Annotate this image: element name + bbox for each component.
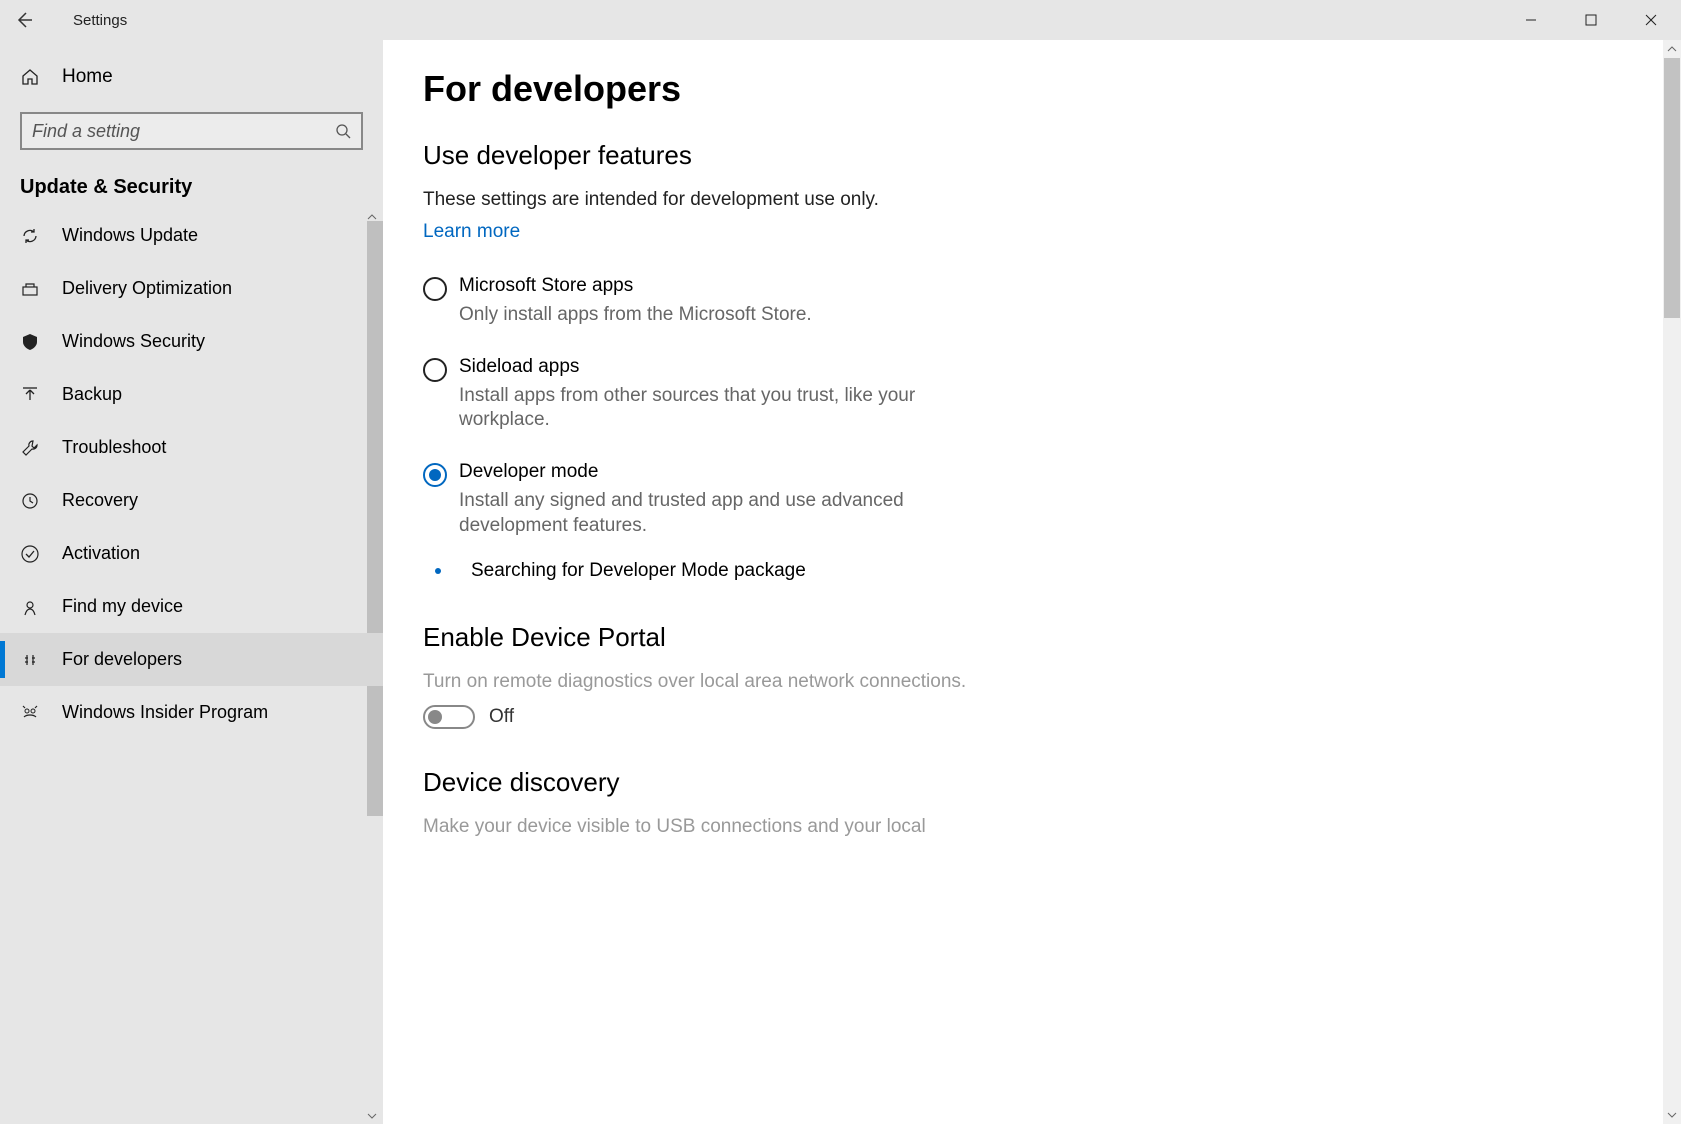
sync-icon	[20, 226, 40, 246]
dev-features-desc: These settings are intended for developm…	[423, 189, 1303, 211]
chevron-down-icon	[367, 1113, 377, 1119]
home-button[interactable]: Home	[0, 52, 383, 102]
radio-indicator	[423, 463, 447, 487]
sidebar-item-windows-security[interactable]: Windows Security	[0, 315, 383, 368]
content-pane: For developers Use developer features Th…	[383, 40, 1681, 1124]
dev-features-radio-group: Microsoft Store apps Only install apps f…	[423, 275, 1303, 538]
device-portal-toggle[interactable]	[423, 705, 475, 729]
delivery-icon	[20, 279, 40, 299]
sidebar-item-label: Find my device	[62, 596, 183, 617]
chevron-up-icon	[1667, 46, 1677, 52]
developer-icon	[20, 650, 40, 670]
insider-icon	[20, 703, 40, 723]
status-text: Searching for Developer Mode package	[471, 560, 806, 582]
radio-indicator	[423, 358, 447, 382]
page-title: For developers	[423, 68, 1303, 110]
sidebar-item-label: Windows Update	[62, 225, 198, 246]
sidebar-item-label: Backup	[62, 384, 122, 405]
sidebar-item-windows-update[interactable]: Windows Update	[0, 209, 383, 262]
status-row: Searching for Developer Mode package	[427, 560, 1303, 582]
maximize-button[interactable]	[1561, 0, 1621, 40]
radio-desc: Install any signed and trusted app and u…	[459, 489, 939, 538]
content-scroll-down[interactable]	[1663, 1106, 1681, 1124]
radio-microsoft-store-apps[interactable]: Microsoft Store apps Only install apps f…	[423, 275, 1303, 328]
wrench-icon	[20, 438, 40, 458]
spinner-icon	[435, 568, 441, 574]
device-portal-desc: Turn on remote diagnostics over local ar…	[423, 671, 1303, 693]
sidebar-item-for-developers[interactable]: For developers	[0, 633, 383, 686]
sidebar-item-label: Activation	[62, 543, 140, 564]
maximize-icon	[1585, 14, 1597, 26]
radio-indicator	[423, 277, 447, 301]
search-box[interactable]	[20, 112, 363, 150]
radio-label: Developer mode	[459, 461, 939, 483]
section-device-discovery: Device discovery	[423, 767, 1303, 798]
radio-label: Sideload apps	[459, 356, 939, 378]
radio-desc: Only install apps from the Microsoft Sto…	[459, 303, 812, 328]
sidebar-scroll-down[interactable]	[364, 1108, 380, 1124]
sidebar-item-insider-program[interactable]: Windows Insider Program	[0, 686, 383, 739]
minimize-button[interactable]	[1501, 0, 1561, 40]
search-icon	[335, 123, 351, 139]
device-discovery-desc: Make your device visible to USB connecti…	[423, 816, 1303, 838]
sidebar-item-label: Windows Security	[62, 331, 205, 352]
toggle-state-label: Off	[489, 706, 514, 728]
content-scrollbar[interactable]	[1663, 40, 1681, 1124]
minimize-icon	[1525, 14, 1537, 26]
radio-label: Microsoft Store apps	[459, 275, 812, 297]
arrow-left-icon	[15, 11, 33, 29]
close-icon	[1645, 14, 1657, 26]
location-icon	[20, 597, 40, 617]
home-icon	[20, 67, 40, 87]
chevron-down-icon	[1667, 1112, 1677, 1118]
backup-icon	[20, 385, 40, 405]
check-circle-icon	[20, 544, 40, 564]
sidebar-item-label: Delivery Optimization	[62, 278, 232, 299]
shield-icon	[20, 332, 40, 352]
section-use-developer-features: Use developer features	[423, 140, 1303, 171]
window-controls	[1501, 0, 1681, 40]
search-input[interactable]	[32, 121, 335, 142]
content-scrollbar-thumb[interactable]	[1664, 58, 1680, 318]
toggle-thumb	[428, 710, 442, 724]
sidebar-item-activation[interactable]: Activation	[0, 527, 383, 580]
sidebar-nav: Windows Update Delivery Optimization Win…	[0, 209, 383, 1124]
sidebar-item-label: Troubleshoot	[62, 437, 166, 458]
window-title: Settings	[73, 12, 127, 29]
sidebar-item-label: Recovery	[62, 490, 138, 511]
learn-more-link[interactable]: Learn more	[423, 221, 520, 243]
sidebar-item-delivery-optimization[interactable]: Delivery Optimization	[0, 262, 383, 315]
radio-developer-mode[interactable]: Developer mode Install any signed and tr…	[423, 461, 1303, 538]
sidebar-item-label: For developers	[62, 649, 182, 670]
title-bar: Settings	[0, 0, 1681, 40]
content-scroll-up[interactable]	[1663, 40, 1681, 58]
sidebar-section-label: Update & Security	[0, 158, 383, 209]
radio-sideload-apps[interactable]: Sideload apps Install apps from other so…	[423, 356, 1303, 433]
close-button[interactable]	[1621, 0, 1681, 40]
back-button[interactable]	[0, 0, 48, 40]
sidebar-item-label: Windows Insider Program	[62, 702, 268, 723]
section-enable-device-portal: Enable Device Portal	[423, 622, 1303, 653]
sidebar-item-troubleshoot[interactable]: Troubleshoot	[0, 421, 383, 474]
home-label: Home	[62, 66, 113, 88]
sidebar-item-find-my-device[interactable]: Find my device	[0, 580, 383, 633]
radio-desc: Install apps from other sources that you…	[459, 384, 939, 433]
sidebar: Home Update & Security Windows Update De…	[0, 40, 383, 1124]
recovery-icon	[20, 491, 40, 511]
sidebar-item-recovery[interactable]: Recovery	[0, 474, 383, 527]
sidebar-item-backup[interactable]: Backup	[0, 368, 383, 421]
